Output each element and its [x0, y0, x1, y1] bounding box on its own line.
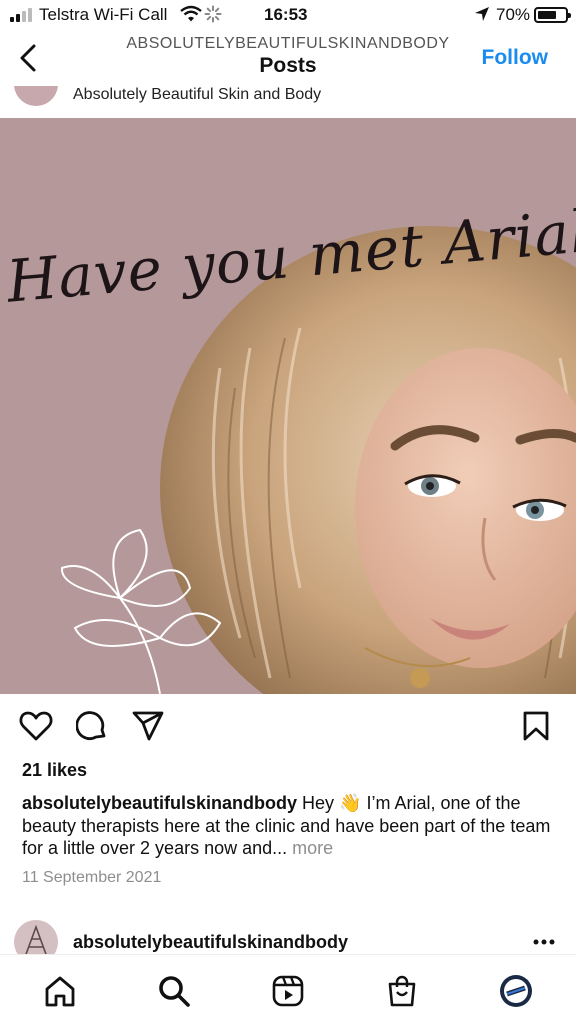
more-icon: [533, 939, 555, 945]
status-bar: Telstra Wi-Fi Call 16:53 70%: [0, 0, 576, 30]
like-button[interactable]: [16, 706, 56, 746]
share-icon: [132, 711, 164, 741]
comment-button[interactable]: [72, 706, 112, 746]
post-image[interactable]: Have you met Arial?: [0, 118, 576, 694]
nav-shop[interactable]: [382, 971, 422, 1011]
bookmark-icon: [523, 711, 549, 741]
heart-icon: [19, 711, 53, 741]
previous-post-account-name[interactable]: Absolutely Beautiful Skin and Body: [73, 86, 321, 104]
signal-icon: [10, 8, 32, 22]
battery-icon: [534, 7, 571, 23]
save-button[interactable]: [516, 706, 556, 746]
likes-count[interactable]: 21 likes: [22, 760, 87, 781]
post-date: 11 September 2021: [22, 869, 162, 886]
profile-avatar-image: [500, 975, 532, 1007]
wifi-icon: [180, 5, 202, 28]
battery-fill: [538, 11, 557, 19]
battery-percent: 70%: [496, 5, 531, 24]
follow-button[interactable]: Follow: [482, 46, 549, 70]
clock: 16:53: [264, 5, 308, 24]
more-options-button[interactable]: [530, 930, 558, 954]
caption-username[interactable]: absolutelybeautifulskinandbody: [22, 793, 297, 813]
next-post-account-name[interactable]: absolutelybeautifulskinandbody: [73, 932, 348, 953]
nav-home[interactable]: [40, 971, 80, 1011]
home-icon: [45, 976, 75, 1007]
header: ABSOLUTELYBEAUTIFULSKINANDBODY Posts Fol…: [0, 30, 576, 86]
bottom-nav: [0, 954, 576, 1024]
post-artwork: [60, 226, 576, 694]
nav-search[interactable]: [154, 971, 194, 1011]
shop-icon: [388, 975, 416, 1007]
share-button[interactable]: [128, 706, 168, 746]
post-caption: absolutelybeautifulskinandbody Hey 👋 I’m…: [22, 792, 562, 860]
loading-icon: [204, 5, 222, 28]
reels-icon: [272, 975, 304, 1007]
previous-post-header: Absolutely Beautiful Skin and Body: [0, 86, 576, 118]
caption-more-link[interactable]: more: [287, 838, 333, 858]
location-icon: [474, 6, 490, 27]
nav-reels[interactable]: [268, 971, 308, 1011]
comment-icon: [76, 711, 106, 740]
carrier-name: Telstra Wi-Fi Call: [39, 5, 168, 24]
profile-avatar[interactable]: [496, 971, 536, 1011]
post-actions: [0, 706, 576, 750]
avatar[interactable]: [14, 86, 58, 106]
search-icon: [159, 976, 190, 1007]
